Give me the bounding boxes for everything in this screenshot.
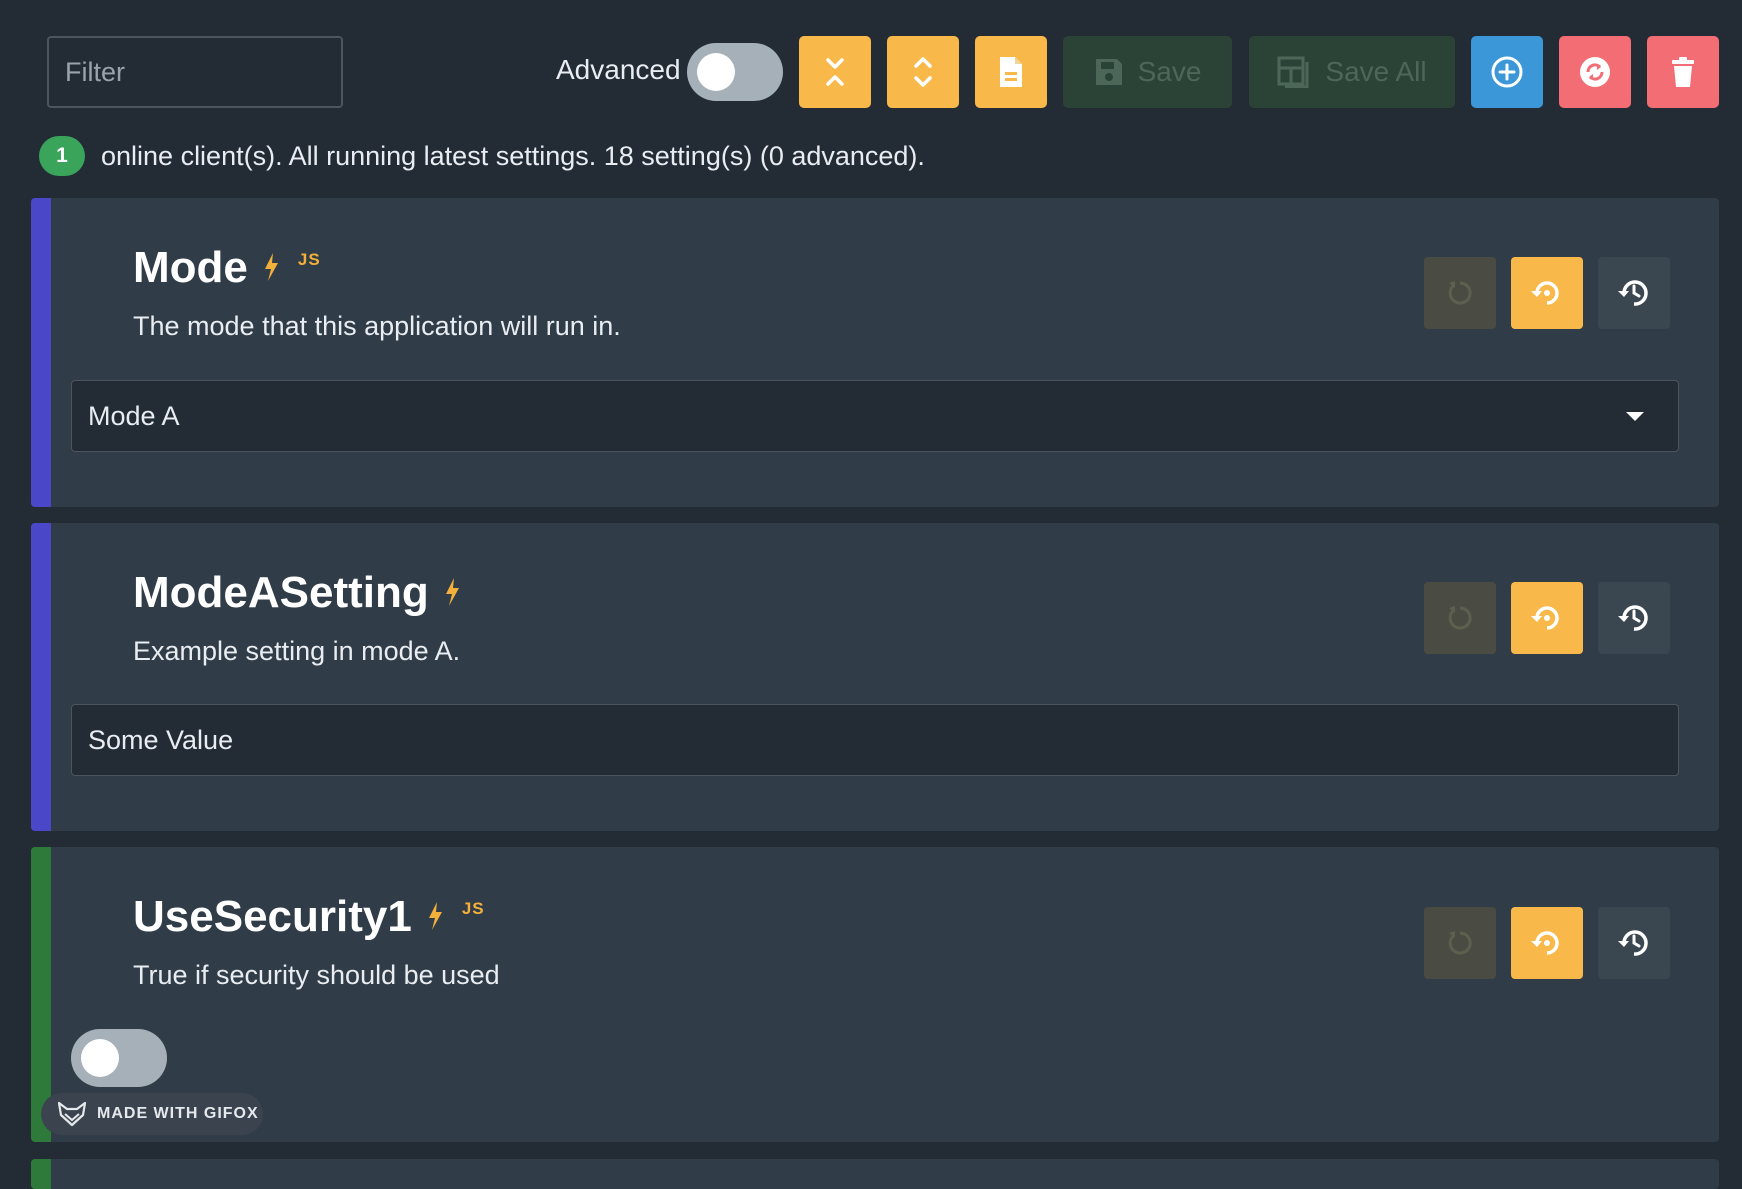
collapse-all-button[interactable] <box>799 36 871 108</box>
card-stripe <box>31 1159 51 1189</box>
history-icon <box>1618 605 1648 631</box>
reset-default-button[interactable] <box>1511 907 1583 979</box>
use-security-toggle[interactable] <box>71 1029 167 1087</box>
mode-select-value: Mode A <box>88 400 180 431</box>
add-button[interactable] <box>1471 36 1543 108</box>
js-badge: JS <box>461 899 485 918</box>
filter-input[interactable] <box>47 36 343 108</box>
value-input[interactable]: Some Value <box>71 704 1679 776</box>
value-input-text: Some Value <box>88 724 234 755</box>
setting-title: ModeASetting <box>133 568 429 617</box>
restore-icon <box>1531 281 1559 305</box>
bolt-icon <box>445 578 459 606</box>
reset-default-button[interactable] <box>1511 582 1583 654</box>
setting-card-modeasetting: ModeASetting Example setting in mode A. … <box>31 523 1719 831</box>
advanced-toggle[interactable] <box>687 43 783 101</box>
client-count-badge: 1 <box>39 136 85 176</box>
status-text: online client(s). All running latest set… <box>101 140 925 171</box>
card-stripe <box>31 198 51 507</box>
reset-default-button[interactable] <box>1511 257 1583 329</box>
card-stripe <box>31 523 51 831</box>
collapse-icon <box>826 58 844 86</box>
gifox-label: MADE WITH GIFOX <box>97 1105 259 1122</box>
undo-icon <box>1448 281 1472 305</box>
toolbar: Advanced Save <box>0 0 1742 120</box>
save-icon <box>1095 59 1122 85</box>
setting-title-row: ModeASetting <box>133 568 461 617</box>
setting-description: The mode that this application will run … <box>133 311 621 341</box>
advanced-label: Advanced <box>556 54 681 85</box>
setting-title-row: UseSecurity1 JS <box>133 892 485 941</box>
undo-icon <box>1448 606 1472 630</box>
save-all-button[interactable]: Save All <box>1249 36 1455 108</box>
delete-button[interactable] <box>1647 36 1719 108</box>
undo-button[interactable] <box>1424 582 1496 654</box>
document-button[interactable] <box>975 36 1047 108</box>
setting-card-mode: Mode JS The mode that this application w… <box>31 198 1719 507</box>
history-icon <box>1618 930 1648 956</box>
toggle-knob <box>697 53 735 91</box>
history-button[interactable] <box>1598 582 1670 654</box>
document-icon <box>1000 57 1022 87</box>
chevron-down-icon <box>1626 412 1644 421</box>
expand-all-button[interactable] <box>887 36 959 108</box>
setting-card-usesecurity1: UseSecurity1 JS True if security should … <box>31 847 1719 1142</box>
undo-button[interactable] <box>1424 907 1496 979</box>
gifox-watermark: MADE WITH GIFOX <box>41 1093 263 1135</box>
save-all-label: Save All <box>1325 56 1427 87</box>
setting-card-next <box>31 1159 1719 1189</box>
setting-description: True if security should be used <box>133 960 500 990</box>
undo-icon <box>1448 931 1472 955</box>
status-line: 1 online client(s). All running latest s… <box>39 134 925 178</box>
bolt-icon <box>428 902 442 930</box>
save-button[interactable]: Save <box>1063 36 1232 108</box>
sync-button[interactable] <box>1559 36 1631 108</box>
history-button[interactable] <box>1598 907 1670 979</box>
trash-icon <box>1672 57 1694 87</box>
save-all-icon <box>1277 56 1309 88</box>
undo-button[interactable] <box>1424 257 1496 329</box>
plus-circle-icon <box>1491 56 1523 88</box>
fox-logo-icon <box>57 1101 87 1127</box>
toggle-knob <box>81 1039 119 1077</box>
restore-icon <box>1531 931 1559 955</box>
setting-title: Mode <box>133 243 248 292</box>
history-icon <box>1618 280 1648 306</box>
expand-icon <box>914 57 932 87</box>
mode-select[interactable]: Mode A <box>71 380 1679 452</box>
js-badge: JS <box>297 250 321 269</box>
bolt-icon <box>264 253 278 281</box>
history-button[interactable] <box>1598 257 1670 329</box>
sync-icon <box>1580 57 1610 87</box>
save-label: Save <box>1137 56 1202 87</box>
setting-title-row: Mode JS <box>133 243 321 292</box>
setting-title: UseSecurity1 <box>133 892 412 941</box>
setting-description: Example setting in mode A. <box>133 636 461 666</box>
restore-icon <box>1531 606 1559 630</box>
